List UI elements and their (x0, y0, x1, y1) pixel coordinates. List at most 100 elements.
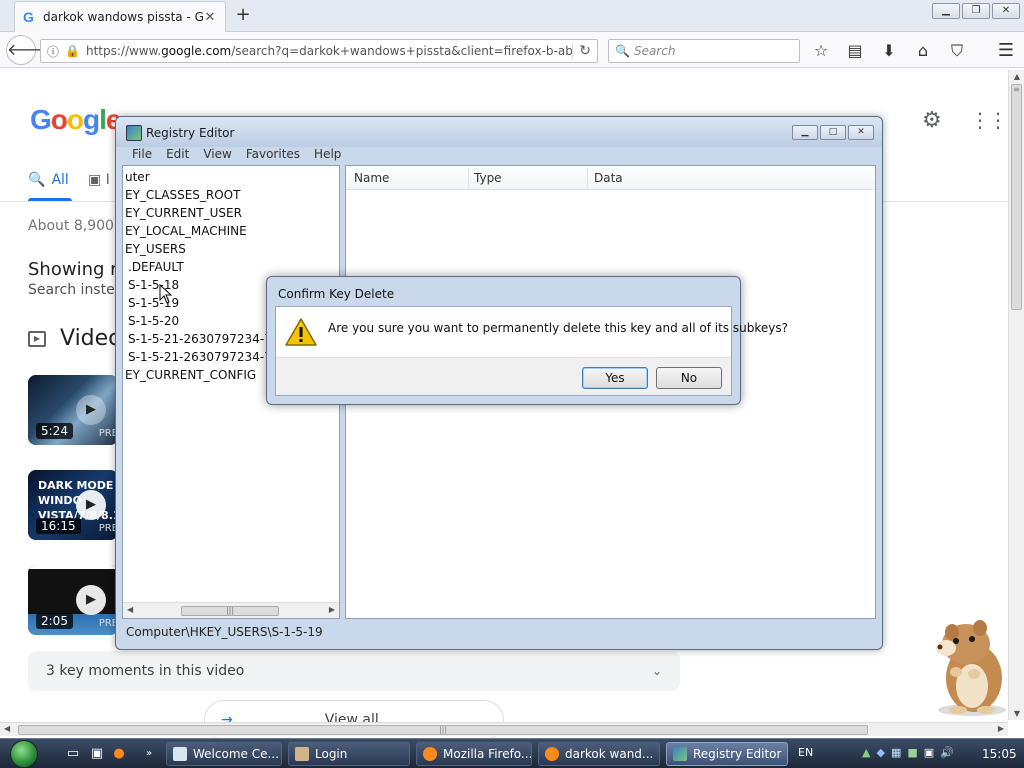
start-button[interactable] (10, 740, 38, 768)
tray-app-icon[interactable]: ◆ (876, 746, 884, 759)
taskbar-button-registry-editor[interactable]: Registry Editor (666, 742, 788, 766)
browser-tab-bar: G darkok wandows pissta - G... ✕ + ▁ ❐ ✕ (0, 0, 1024, 32)
list-header: Name Type Data (346, 166, 875, 190)
taskbar-button-firefox[interactable]: Mozilla Firefo... (416, 742, 532, 766)
settings-gear-icon[interactable]: ⚙ (922, 108, 942, 133)
back-button[interactable]: 🡐 (6, 35, 50, 65)
search-input[interactable]: 🔍 Search (608, 39, 800, 63)
browser-tab-active[interactable]: G darkok wandows pissta - G... ✕ (14, 1, 226, 32)
video-thumbnail[interactable]: ▶ 5:24 PRE (28, 375, 118, 445)
menu-edit[interactable]: Edit (166, 147, 189, 165)
search-icon: 🔍 (615, 44, 630, 58)
maximize-button[interactable]: □ (820, 125, 846, 140)
no-button[interactable]: No (656, 367, 722, 389)
column-header-data[interactable]: Data (594, 171, 623, 185)
tree-item[interactable]: S-1-5-20 (128, 314, 179, 328)
minimize-button[interactable]: ▁ (792, 125, 818, 140)
info-icon[interactable]: ⓘ (47, 43, 59, 60)
restore-button[interactable]: ❐ (962, 3, 990, 19)
column-divider[interactable] (468, 168, 469, 188)
tree-item[interactable]: EY_CURRENT_CONFIG (125, 368, 256, 382)
new-tab-button[interactable]: + (232, 4, 254, 25)
minimize-button[interactable]: ▁ (932, 3, 960, 19)
video-thumbnail[interactable]: DARK MODE C WINDO VISTA/7/8/8.1 ▶ 16:15 … (28, 470, 118, 540)
tree-item[interactable]: EY_CLASSES_ROOT (125, 188, 240, 202)
tree-item[interactable]: .DEFAULT (128, 260, 184, 274)
tree-horizontal-scrollbar[interactable]: ◀ ||| ▶ (123, 602, 339, 618)
bookmark-star-icon[interactable]: ☆ (810, 40, 832, 62)
tree-item[interactable]: EY_CURRENT_USER (125, 206, 242, 220)
language-indicator[interactable]: EN (798, 746, 813, 759)
clock[interactable]: 15:05 (982, 747, 1017, 761)
dialog-button-row: Yes No (276, 357, 731, 395)
tray-app-icon[interactable]: ■ (907, 746, 917, 759)
tab-all[interactable]: 🔍 All (28, 172, 69, 188)
network-icon[interactable]: ▣ (924, 746, 934, 759)
firefox-icon[interactable]: ● (110, 745, 128, 763)
key-moments-expander[interactable]: 3 key moments in this video ⌄ (28, 651, 680, 691)
address-bar[interactable]: ⓘ 🔒 https://www.google.com/search?q=dark… (40, 39, 598, 63)
confirm-key-delete-dialog: Confirm Key Delete Are you sure you want… (266, 276, 788, 405)
dialog-body: Are you sure you want to permanently del… (275, 306, 788, 396)
menu-help[interactable]: Help (314, 147, 341, 165)
play-icon: ▶ (76, 395, 106, 425)
tree-item[interactable]: EY_USERS (125, 242, 186, 256)
tree-item[interactable]: EY_LOCAL_MACHINE (125, 224, 247, 238)
scrollbar-thumb[interactable]: ||| (181, 606, 279, 616)
tray-app-icon[interactable]: ▦ (891, 746, 901, 759)
scroll-right-arrow-icon[interactable]: ▶ (998, 724, 1004, 733)
tab-close-icon[interactable]: ✕ (203, 10, 217, 25)
video-thumbnail[interactable]: ▶ 2:05 PRE (28, 565, 118, 635)
reader-view-icon[interactable]: ▤ (844, 40, 866, 62)
reload-icon[interactable]: ↻ (572, 43, 591, 59)
taskbar-button-label: Login (315, 747, 348, 761)
pocket-icon[interactable]: ⛉ (946, 40, 968, 62)
scrollbar-thumb[interactable]: ||| (18, 725, 868, 735)
user-icon (295, 747, 309, 761)
mouse-cursor-icon (159, 284, 173, 304)
tab-images[interactable]: ▣ I (88, 172, 110, 188)
registry-editor-titlebar[interactable]: Registry Editor ▁ □ ✕ (116, 117, 882, 147)
search-placeholder: Search (633, 44, 676, 58)
tab-title: darkok wandows pissta - G... (43, 10, 203, 24)
taskbar-button-firefox-search[interactable]: darkok wand... (538, 742, 660, 766)
url-text[interactable]: https://www.google.com/search?q=darkok+w… (86, 44, 572, 58)
close-window-button[interactable]: ✕ (848, 125, 874, 140)
show-desktop-icon[interactable]: ▭ (64, 745, 82, 763)
column-divider[interactable] (587, 168, 588, 188)
search-icon: 🔍 (28, 172, 46, 188)
menu-view[interactable]: View (203, 147, 231, 165)
taskbar-button-login[interactable]: Login (288, 742, 410, 766)
column-header-type[interactable]: Type (474, 171, 502, 185)
scroll-right-arrow-icon[interactable]: ▶ (329, 605, 335, 614)
page-horizontal-scrollbar[interactable]: ◀ ||| ▶ (0, 722, 1008, 736)
scroll-left-arrow-icon[interactable]: ◀ (127, 605, 133, 614)
taskbar-button-welcome[interactable]: Welcome Ce... (166, 742, 282, 766)
hamburger-menu-icon[interactable]: ☰ (998, 40, 1014, 61)
column-header-name[interactable]: Name (354, 171, 389, 185)
switch-windows-icon[interactable]: ▣ (88, 745, 106, 763)
hamster-mascot-image (936, 620, 1006, 716)
taskbar-button-label: Registry Editor (693, 747, 782, 761)
tree-item[interactable]: uter (125, 170, 150, 184)
yes-button[interactable]: Yes (582, 367, 648, 389)
scroll-left-arrow-icon[interactable]: ◀ (4, 724, 10, 733)
firefox-icon (545, 747, 559, 761)
more-quicklaunch-icon[interactable]: » (140, 745, 158, 763)
home-icon[interactable]: ⌂ (912, 40, 934, 62)
menu-file[interactable]: File (132, 147, 152, 165)
volume-icon[interactable]: 🔊 (940, 746, 954, 759)
status-bar: Computer\HKEY_USERS\S-1-5-19 (126, 625, 323, 639)
system-tray: ▲ ◆ ▦ ■ ▣ 🔊 (862, 746, 954, 759)
windows-taskbar: ▭ ▣ ● » Welcome Ce... Login Mozilla Fire… (0, 738, 1024, 768)
google-logo[interactable]: Google (30, 104, 121, 136)
menu-favorites[interactable]: Favorites (246, 147, 300, 165)
close-window-button[interactable]: ✕ (992, 3, 1020, 19)
tray-app-icon[interactable]: ▲ (862, 746, 870, 759)
scrollbar-thumb[interactable]: ≡ (1011, 84, 1022, 310)
scroll-up-arrow-icon[interactable]: ▲ (1009, 72, 1024, 81)
download-icon[interactable]: ⬇ (878, 40, 900, 62)
play-icon: ▶ (76, 490, 106, 520)
chevron-down-icon: ⌄ (651, 664, 662, 678)
search-instead-link[interactable]: Search instea (28, 282, 123, 298)
